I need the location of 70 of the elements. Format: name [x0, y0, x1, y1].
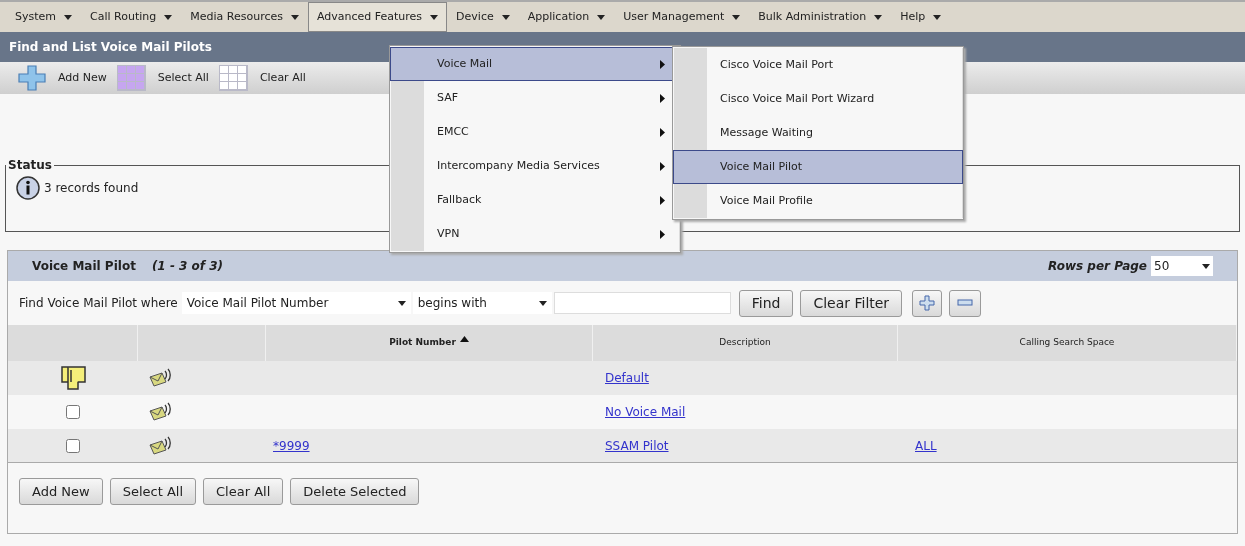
submenu-option[interactable]: Cisco Voice Mail Port Wizard — [673, 82, 963, 116]
rows-per-page-select[interactable]: 50 — [1151, 256, 1213, 276]
submenu-option[interactable]: Cisco Voice Mail Port — [673, 48, 963, 82]
action-button[interactable]: Clear All — [203, 478, 284, 505]
action-button[interactable]: Add New — [19, 478, 103, 505]
menu-option[interactable]: VPN — [390, 217, 680, 251]
caret-icon — [290, 14, 299, 20]
caret-icon — [397, 300, 406, 306]
caret-icon — [501, 14, 510, 20]
filter-button[interactable]: Find — [738, 289, 794, 317]
status-legend: Status — [6, 156, 54, 174]
filter-label: Find Voice Mail Pilot where — [19, 295, 178, 312]
plus-icon — [18, 65, 46, 91]
remove-criteria-button[interactable] — [949, 289, 982, 317]
submenu-option[interactable]: Voice Mail Profile — [673, 184, 963, 218]
menu-item[interactable]: Bulk Administration — [749, 2, 892, 32]
menu-item[interactable]: Media Resources — [181, 2, 308, 32]
search-field[interactable] — [553, 292, 731, 314]
row-checkbox[interactable] — [66, 405, 80, 419]
field-select[interactable]: Voice Mail Pilot Number — [181, 292, 411, 314]
toolbar-button[interactable]: Select All — [116, 65, 209, 91]
css-link[interactable]: ALL — [915, 438, 937, 453]
info-icon — [16, 176, 40, 200]
caret-icon — [732, 14, 741, 20]
mail-icon — [148, 402, 174, 422]
caret-icon — [1202, 263, 1210, 269]
action-button[interactable]: Delete Selected — [290, 478, 420, 505]
action-button[interactable]: Select All — [109, 478, 196, 505]
grid-icon — [218, 65, 248, 91]
description-link[interactable]: Default — [605, 371, 649, 385]
arrow-icon — [660, 161, 665, 171]
filter-button[interactable]: Clear Filter — [800, 289, 903, 317]
caret-icon — [164, 14, 173, 20]
mail-icon — [148, 368, 174, 388]
status-message: 3 records found — [44, 180, 139, 197]
operator-select[interactable]: begins with — [412, 292, 552, 314]
arrow-icon — [660, 93, 665, 103]
caret-icon — [597, 14, 606, 20]
mail-icon — [148, 435, 174, 456]
add-criteria-button[interactable] — [912, 289, 943, 317]
arrow-icon — [660, 59, 665, 69]
pilot-number-link[interactable]: *9999 — [273, 438, 310, 453]
caret-icon — [430, 14, 439, 20]
description-link[interactable]: SSAM Pilot — [605, 438, 669, 453]
list-title: Voice Mail Pilot — [32, 258, 136, 275]
arrow-icon — [660, 195, 665, 205]
plus-icon — [919, 295, 936, 311]
menu-item[interactable]: Call Routing — [81, 2, 182, 32]
menu-item[interactable]: Application — [518, 2, 615, 32]
rows-per-page-label: Rows per Page — [1048, 258, 1147, 275]
toolbar-button[interactable]: Add New — [18, 65, 107, 91]
caret-icon — [64, 14, 73, 20]
caret-icon — [874, 14, 883, 20]
menu-item[interactable]: Device — [447, 2, 519, 32]
menu-item[interactable]: System — [6, 2, 82, 32]
description-link[interactable]: No Voice Mail — [605, 405, 686, 419]
record-range: (1 - 3 of 3) — [151, 258, 224, 275]
arrow-icon — [660, 127, 665, 137]
grid-icon — [116, 65, 146, 91]
menu-item[interactable]: User Management — [614, 2, 750, 32]
minus-icon — [957, 299, 974, 307]
submenu-option[interactable]: Voice Mail Pilot — [673, 150, 963, 184]
toolbar-button[interactable]: Clear All — [218, 65, 306, 91]
arrow-icon — [660, 229, 665, 239]
caret-icon — [538, 300, 547, 306]
submenu-option[interactable]: Message Waiting — [673, 116, 963, 150]
menu-item[interactable]: Advanced Features — [307, 2, 448, 32]
caret-icon — [933, 14, 942, 20]
menu-item[interactable]: Help — [891, 2, 951, 32]
row-checkbox[interactable] — [66, 438, 80, 453]
